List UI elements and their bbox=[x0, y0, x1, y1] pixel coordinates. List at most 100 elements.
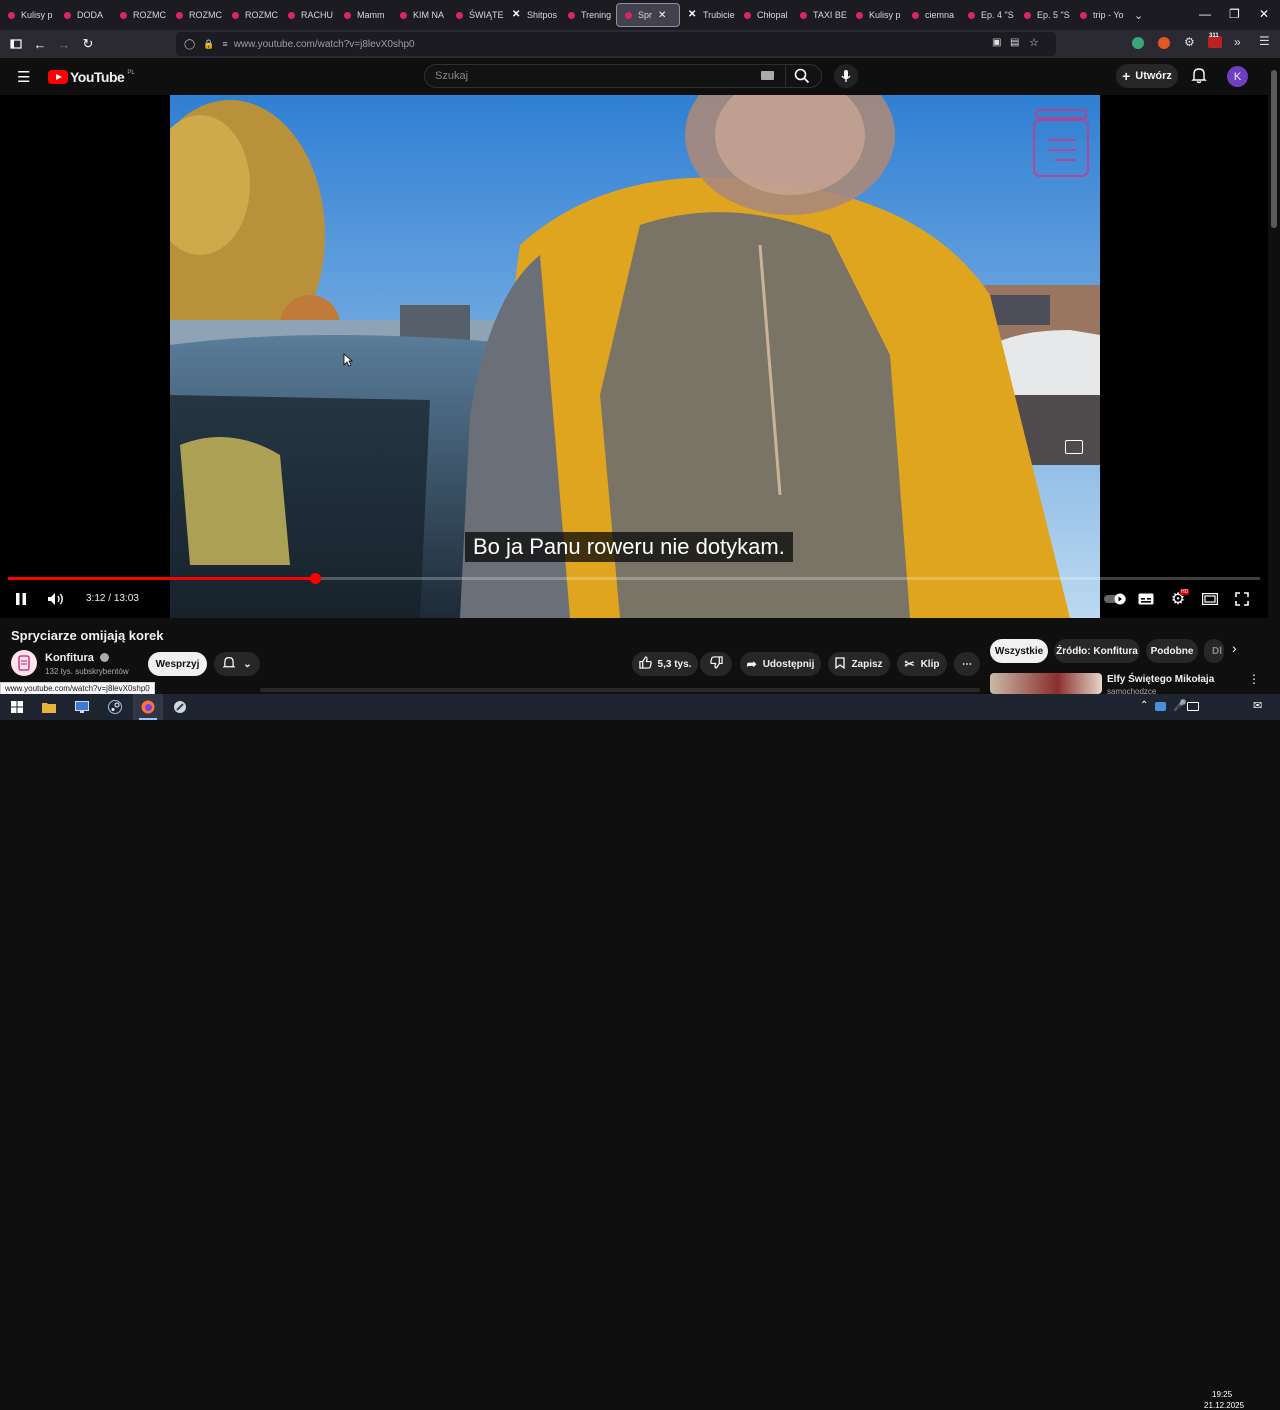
extension-fox-icon[interactable] bbox=[1158, 37, 1170, 49]
progress-bar[interactable] bbox=[8, 573, 1260, 584]
browser-tab-label: Kulisy p bbox=[21, 10, 53, 20]
save-button[interactable]: Zapisz bbox=[828, 652, 890, 676]
browser-tab[interactable]: ✕ Trubicie bbox=[680, 3, 736, 27]
tray-microphone-icon[interactable]: 🎤 bbox=[1173, 699, 1187, 712]
recommendation-menu-icon[interactable]: ⋮ bbox=[1248, 672, 1260, 686]
channel-avatar[interactable] bbox=[11, 650, 37, 676]
browser-tab-label: ciemna bbox=[925, 10, 955, 20]
chip-similar[interactable]: Podobne bbox=[1146, 639, 1198, 663]
keyboard-icon[interactable] bbox=[761, 71, 774, 80]
permissions-icon[interactable]: ≡ bbox=[222, 39, 227, 49]
progress-scrubber-handle[interactable] bbox=[310, 573, 321, 584]
reader-mode-icon[interactable]: ▤ bbox=[1010, 37, 1019, 48]
more-actions-icon[interactable]: ⋯ bbox=[954, 652, 980, 676]
tab-close-icon[interactable]: ✕ bbox=[658, 10, 666, 21]
hamburger-menu-icon[interactable]: ☰ bbox=[17, 68, 30, 86]
extension-shield-icon[interactable] bbox=[1132, 37, 1144, 49]
account-avatar[interactable]: K bbox=[1227, 66, 1248, 87]
tray-network-icon[interactable] bbox=[1187, 702, 1199, 711]
settings-gear-icon[interactable]: ⚙ HD bbox=[1167, 589, 1190, 609]
tab-list-chevron-icon[interactable]: ⌄ bbox=[1134, 9, 1143, 22]
url-bar[interactable]: ◯ 🔒 ≡ www.youtube.com/watch?v=j8levX0shp… bbox=[176, 32, 1056, 56]
browser-tab-active[interactable]: Spr ✕ bbox=[616, 3, 680, 27]
pause-icon[interactable] bbox=[10, 589, 32, 609]
like-button[interactable]: 5,3 tys. bbox=[632, 652, 698, 676]
browser-tab[interactable]: ROZMC bbox=[224, 3, 280, 27]
browser-tab[interactable]: TAXI BE bbox=[792, 3, 848, 27]
sidebar-toggle-icon[interactable] bbox=[4, 32, 28, 56]
browser-tab[interactable]: Ep. 4 "S bbox=[960, 3, 1016, 27]
fullscreen-icon[interactable] bbox=[1231, 589, 1253, 609]
dislike-button[interactable] bbox=[700, 652, 732, 676]
volume-icon[interactable] bbox=[45, 589, 67, 609]
browser-tab-strip: Kulisy p DODA ROZMC ROZMC ROZMC RACHU Mamm KIM … bbox=[0, 0, 1280, 30]
taskbar-clock-date[interactable]: 21.12.2025 bbox=[1204, 1401, 1244, 1410]
browser-tab[interactable]: Mamm bbox=[336, 3, 392, 27]
lock-icon[interactable]: 🔒 bbox=[203, 39, 214, 50]
autoplay-toggle[interactable] bbox=[1102, 589, 1128, 609]
browser-tab[interactable]: trip - Yo bbox=[1072, 3, 1128, 27]
browser-tab[interactable]: KIM NA bbox=[392, 3, 448, 27]
overflow-chevrons-icon[interactable]: » bbox=[1234, 35, 1241, 49]
chip-source[interactable]: Źródło: Konfitura bbox=[1054, 639, 1140, 663]
reload-icon[interactable]: ↻ bbox=[76, 32, 100, 56]
browser-tab[interactable]: Chłopal bbox=[736, 3, 792, 27]
channel-name[interactable]: Konfitura bbox=[45, 652, 109, 664]
clip-button[interactable]: ✂ Klip bbox=[897, 652, 947, 676]
forward-icon[interactable]: → bbox=[52, 32, 76, 56]
browser-tab[interactable]: ROZMC bbox=[168, 3, 224, 27]
recommendation-title[interactable]: Elfy Świętego Mikołaja bbox=[1107, 674, 1214, 685]
browser-tab[interactable]: ŚWIĄTE bbox=[448, 3, 504, 27]
browser-tab[interactable]: Trening bbox=[560, 3, 616, 27]
steam-icon[interactable] bbox=[106, 698, 124, 716]
video-player[interactable]: Bo ja Panu roweru nie dotykam. 3:12 / 13… bbox=[0, 95, 1268, 618]
close-window-icon[interactable]: ✕ bbox=[1259, 7, 1269, 21]
windows-start-icon[interactable] bbox=[8, 698, 26, 716]
browser-tab[interactable]: RACHU bbox=[280, 3, 336, 27]
notification-center-icon[interactable]: ✉ bbox=[1253, 699, 1262, 712]
recommendation-thumbnail[interactable] bbox=[990, 673, 1102, 694]
share-button[interactable]: ➦ Udostępnij bbox=[740, 652, 821, 676]
extensions-puzzle-icon[interactable]: ⚙ bbox=[1184, 35, 1195, 49]
app-rocket-icon[interactable] bbox=[171, 698, 189, 716]
firefox-icon[interactable] bbox=[139, 698, 157, 716]
url-text[interactable]: www.youtube.com/watch?v=j8levX0shp0 bbox=[234, 39, 415, 50]
search-icon[interactable] bbox=[793, 67, 811, 90]
search-box[interactable]: Szukaj bbox=[424, 64, 822, 88]
app-menu-icon[interactable]: ☰ bbox=[1259, 34, 1270, 48]
display-settings-icon[interactable] bbox=[73, 698, 91, 716]
browser-tab[interactable]: DODA bbox=[56, 3, 112, 27]
subscription-bell-button[interactable]: ⌄ bbox=[214, 652, 260, 676]
picture-in-picture-icon[interactable]: ▣ bbox=[992, 37, 1001, 48]
subtitles-icon[interactable] bbox=[1135, 589, 1157, 609]
tray-overflow-chevron-icon[interactable]: ⌃ bbox=[1140, 700, 1148, 711]
chips-next-chevron-icon[interactable]: › bbox=[1232, 640, 1237, 656]
notifications-bell-icon[interactable] bbox=[1191, 67, 1207, 89]
tray-onedrive-icon[interactable] bbox=[1155, 702, 1166, 711]
create-button[interactable]: + Utwórz bbox=[1116, 64, 1178, 88]
search-input[interactable]: Szukaj bbox=[435, 70, 468, 82]
picture-in-picture-overlay-icon[interactable] bbox=[1065, 440, 1083, 454]
page-scrollbar-thumb[interactable] bbox=[1271, 70, 1277, 228]
chip-all[interactable]: Wszystkie bbox=[990, 639, 1048, 663]
shield-icon[interactable]: ◯ bbox=[184, 39, 195, 50]
browser-tab[interactable]: ✕ Shitpos bbox=[504, 3, 560, 27]
browser-tab[interactable]: Ep. 5 "S bbox=[1016, 3, 1072, 27]
page-scrollbar[interactable] bbox=[1268, 58, 1280, 694]
browser-tab[interactable]: Kulisy p bbox=[848, 3, 904, 27]
youtube-logo[interactable]: YouTube PL bbox=[48, 69, 135, 85]
support-button[interactable]: Wesprzyj bbox=[148, 652, 207, 676]
minimize-icon[interactable]: — bbox=[1199, 7, 1211, 21]
bookmark-star-icon[interactable]: ☆ bbox=[1029, 36, 1039, 49]
voice-search-button[interactable] bbox=[834, 64, 858, 88]
browser-tab[interactable]: ROZMC bbox=[112, 3, 168, 27]
browser-tab[interactable]: ciemna bbox=[904, 3, 960, 27]
back-icon[interactable]: ← bbox=[28, 32, 52, 56]
taskbar-clock-time[interactable]: 19:25 bbox=[1212, 1390, 1232, 1399]
theater-mode-icon[interactable] bbox=[1199, 589, 1221, 609]
chip-more[interactable]: Dl bbox=[1204, 639, 1224, 663]
maximize-icon[interactable]: ❐ bbox=[1229, 7, 1240, 21]
channel-name-text[interactable]: Konfitura bbox=[45, 652, 94, 664]
file-explorer-icon[interactable] bbox=[40, 698, 58, 716]
browser-tab[interactable]: Kulisy p bbox=[0, 3, 56, 27]
